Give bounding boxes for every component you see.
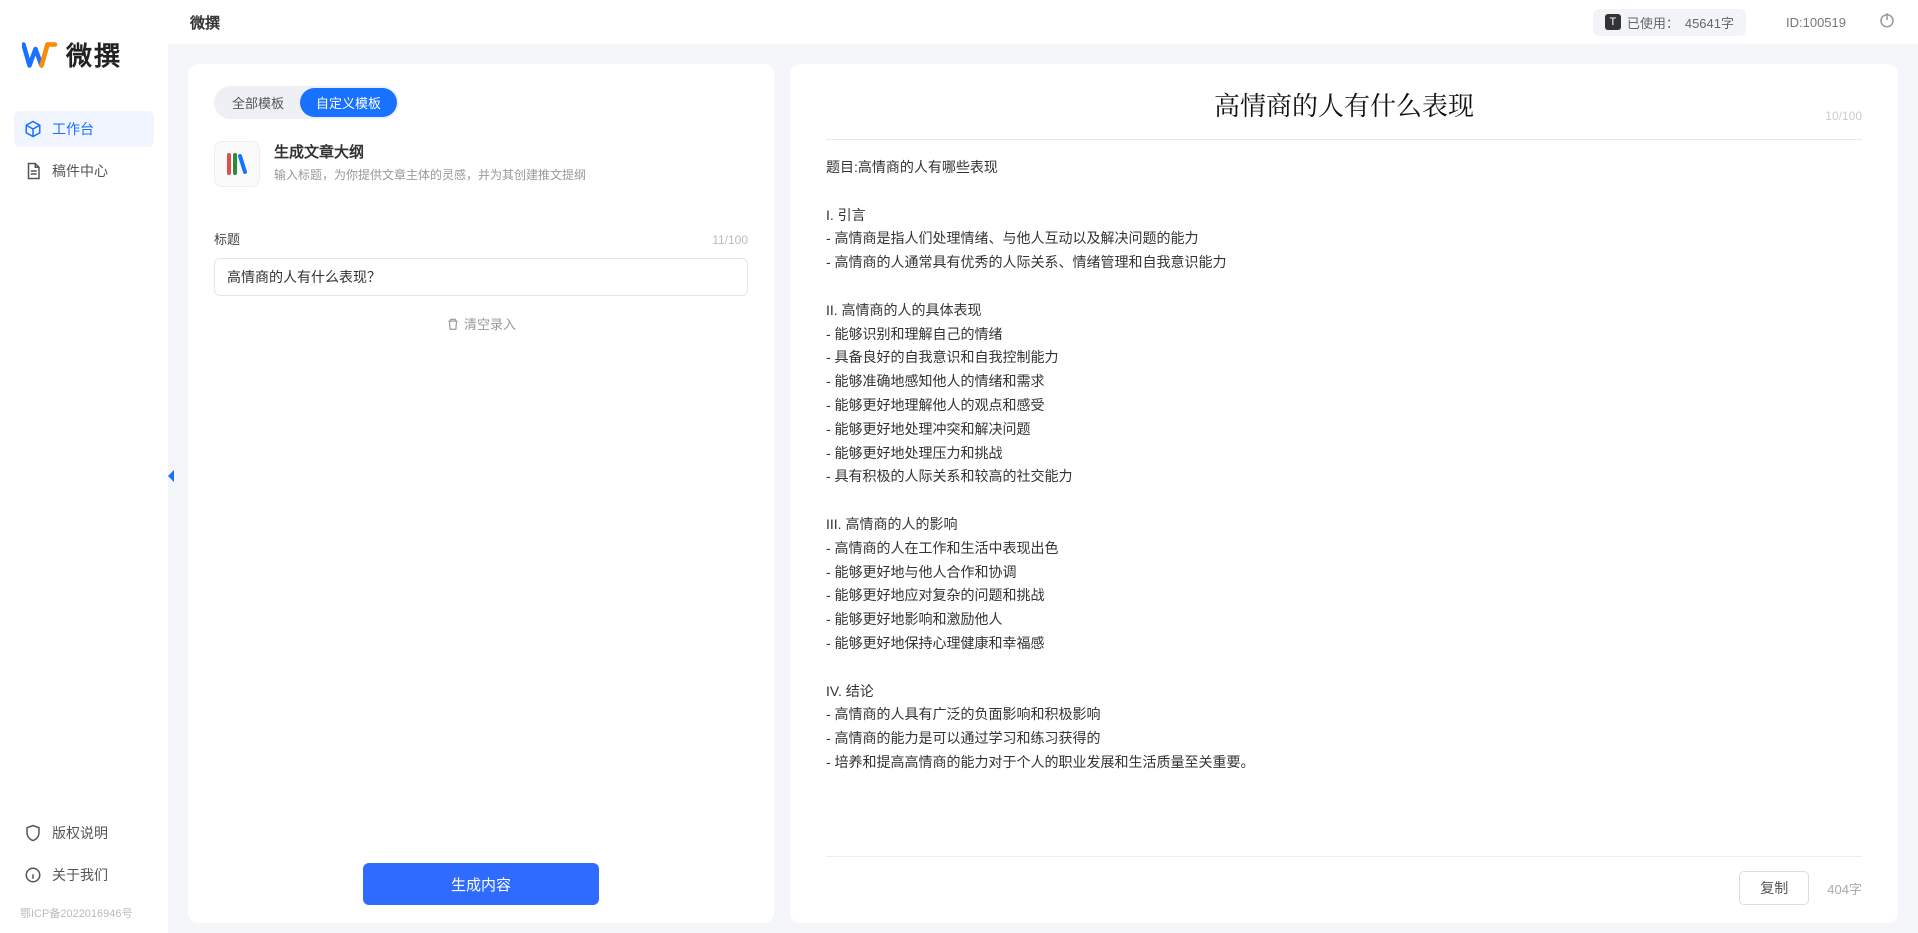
power-icon [1878,11,1896,29]
clear-input-label: 清空录入 [464,314,516,333]
app-title: 微撰 [190,12,220,33]
icp-text: 鄂ICP备2022016946号 [0,905,168,921]
sidebar: 微撰 工作台 稿件中心 版权说明 关于我们 鄂ICP备2022016946号 [0,0,168,933]
sidebar-item-label: 稿件中心 [52,161,108,181]
t-badge-icon: T [1605,14,1621,30]
power-button[interactable] [1878,11,1896,34]
sidebar-item-label: 关于我们 [52,865,108,885]
brand-logo: 微撰 [0,12,168,111]
title-field: 标题 11/100 [214,229,748,296]
cube-icon [24,120,42,138]
template-desc: 输入标题，为你提供文章主体的灵感，并为其创建推文提纲 [274,166,586,183]
nav: 工作台 稿件中心 [0,111,168,189]
word-count: 404字 [1827,879,1862,898]
template-tabs: 全部模板 自定义模板 [214,86,399,119]
output-panel: 高情商的人有什么表现 10/100 题目:高情商的人有哪些表现 I. 引言 - … [790,64,1898,923]
sidebar-item-about[interactable]: 关于我们 [14,857,154,893]
shield-icon [24,824,42,842]
output-footer: 复制 404字 [826,856,1862,905]
topbar: 微撰 T 已使用： 45641字 ID:100519 [168,0,1918,44]
main: 微撰 T 已使用： 45641字 ID:100519 全部模板 自定义模板 [168,0,1918,933]
tab-all-templates[interactable]: 全部模板 [216,88,300,117]
user-id: ID:100519 [1786,15,1846,30]
trash-icon [446,317,460,331]
sidebar-item-copyright[interactable]: 版权说明 [14,815,154,851]
sidebar-footer: 版权说明 关于我们 [0,815,168,905]
input-panel: 全部模板 自定义模板 生成文章大纲 输入标题，为你提供文章主体的灵感，并为其创建… [188,64,774,923]
tab-custom-templates[interactable]: 自定义模板 [300,88,397,117]
sidebar-item-label: 工作台 [52,119,94,139]
title-input[interactable] [214,258,748,296]
sidebar-collapse-handle[interactable] [164,466,178,486]
usage-label: 已使用： [1627,13,1679,32]
generate-button[interactable]: 生成内容 [363,863,599,905]
usage-chip[interactable]: T 已使用： 45641字 [1593,9,1746,36]
brand-name: 微撰 [66,36,122,73]
content: 全部模板 自定义模板 生成文章大纲 输入标题，为你提供文章主体的灵感，并为其创建… [168,44,1918,933]
document-icon [24,162,42,180]
divider [826,139,1862,140]
output-title: 高情商的人有什么表现 [826,86,1862,123]
books-icon [225,152,249,176]
copy-button[interactable]: 复制 [1739,871,1809,905]
chevron-left-icon [165,468,177,484]
usage-value: 45641字 [1685,13,1734,32]
output-header: 高情商的人有什么表现 10/100 [826,86,1862,133]
info-icon [24,866,42,884]
template-icon [214,141,260,187]
sidebar-item-drafts[interactable]: 稿件中心 [14,153,154,189]
title-label: 标题 [214,229,240,248]
output-title-count: 10/100 [1825,109,1862,123]
sidebar-item-workspace[interactable]: 工作台 [14,111,154,147]
title-char-count: 11/100 [712,233,748,247]
sidebar-item-label: 版权说明 [52,823,108,843]
template-title: 生成文章大纲 [274,141,586,162]
output-body[interactable]: 题目:高情商的人有哪些表现 I. 引言 - 高情商是指人们处理情绪、与他人互动以… [826,156,1862,856]
template-card: 生成文章大纲 输入标题，为你提供文章主体的灵感，并为其创建推文提纲 [214,141,748,187]
logo-mark-icon [22,41,58,69]
clear-input-button[interactable]: 清空录入 [214,314,748,333]
